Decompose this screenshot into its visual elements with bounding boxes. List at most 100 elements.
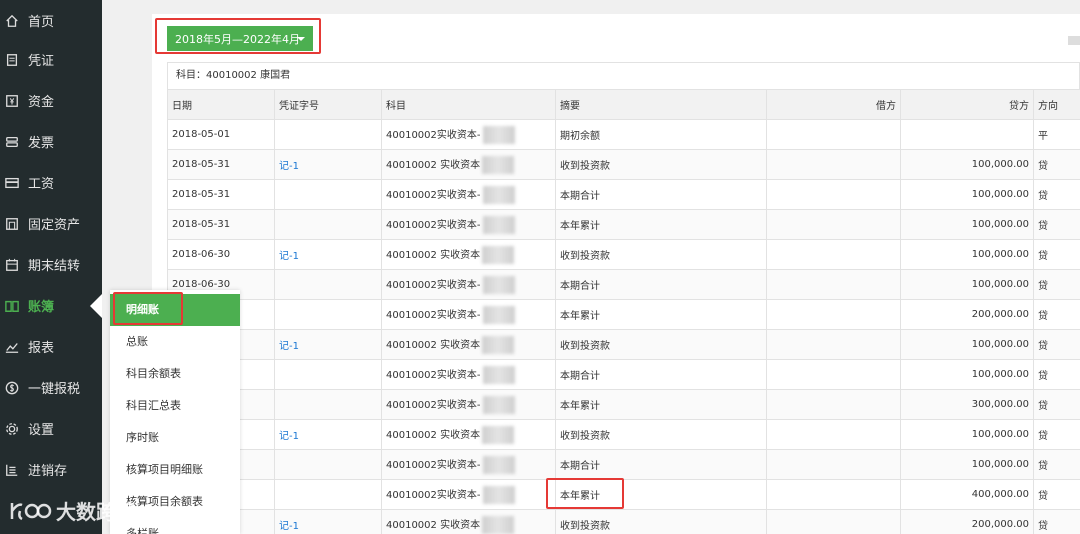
inventory-icon: [4, 462, 20, 478]
nav-pointer: [90, 294, 102, 318]
cell-date: 2018-05-01: [167, 119, 275, 150]
ledger-table: 日期 凭证字号 科目 摘要 借方 贷方 方向 2018-05-01 4001000…: [167, 89, 1080, 534]
sidebar-item-8[interactable]: 报表: [0, 326, 102, 367]
header-date: 日期: [167, 89, 275, 120]
table-row: 记-1 40010002 实收资本 收到投资款 100,000.00 贷: [167, 329, 1080, 360]
cell-date: 2018-05-31: [167, 179, 275, 210]
sidebar-item-7[interactable]: 账簿: [0, 285, 102, 326]
cell-voucher-link: [274, 359, 382, 390]
subject-text: 40010002实收资本-: [386, 459, 481, 471]
cell-summary: 收到投资款: [555, 329, 767, 360]
table-header-row: 日期 凭证字号 科目 摘要 借方 贷方 方向: [167, 89, 1080, 120]
sidebar-item-6[interactable]: 期末结转: [0, 244, 102, 285]
redacted-blur: [482, 455, 515, 474]
tax-icon: [4, 380, 20, 396]
sidebar: 首页凭证资金 发票 工资固定资产期末结转账簿报表 一键报税 设置进销存: [0, 0, 102, 534]
cell-direction: 贷: [1033, 509, 1080, 534]
chart-icon: [4, 339, 20, 355]
table-row: 40010002实收资本- 本期合计 100,000.00 贷: [167, 449, 1080, 480]
cell-voucher-link[interactable]: 记-1: [274, 419, 382, 450]
calendar-icon: [4, 257, 20, 273]
table-row: 记-1 40010002 实收资本 收到投资款 100,000.00 贷: [167, 419, 1080, 450]
sidebar-item-11[interactable]: 进销存: [0, 449, 102, 490]
cell-subject: 40010002 实收资本: [381, 149, 556, 180]
ledger-submenu: 明细账 总账 科目余额表 科目汇总表 序时账 核算项目明细账 核算项目余额表 多栏账: [110, 290, 240, 534]
redacted-blur: [482, 365, 515, 384]
cell-voucher-link[interactable]: 记-1: [274, 239, 382, 270]
cell-credit: 100,000.00: [900, 179, 1034, 210]
sidebar-item-label: 账簿: [28, 300, 55, 315]
submenu-item-5[interactable]: 核算项目明细账: [110, 454, 240, 486]
sidebar-item-3[interactable]: 发票: [0, 121, 102, 162]
sidebar-item-10[interactable]: 设置: [0, 408, 102, 449]
redacted-blur: [482, 305, 515, 324]
cell-summary: 本期合计: [555, 359, 767, 390]
cell-summary: 本期合计: [555, 179, 767, 210]
sidebar-item-label: 固定资产: [28, 218, 81, 233]
redacted-blur: [482, 395, 515, 414]
subject-text: 40010002实收资本-: [386, 369, 481, 381]
redacted-blur: [482, 275, 515, 294]
sidebar-item-label: 首页: [28, 15, 55, 30]
cell-voucher-link[interactable]: 记-1: [274, 149, 382, 180]
header-voucher: 凭证字号: [274, 89, 382, 120]
cell-voucher-link[interactable]: 记-1: [274, 509, 382, 534]
period-select-button[interactable]: 2018年5月—2022年4月: [167, 26, 313, 51]
sidebar-item-4[interactable]: 工资: [0, 162, 102, 203]
cell-voucher-link: [274, 209, 382, 240]
table-row: 记-1 40010002 实收资本 收到投资款 200,000.00 贷: [167, 509, 1080, 534]
cell-date: 2018-05-31: [167, 149, 275, 180]
cell-direction: 贷: [1033, 149, 1080, 180]
book-icon: [4, 298, 20, 314]
fixed-asset-icon: [4, 216, 20, 232]
toolbar-stub[interactable]: [1068, 36, 1080, 45]
cell-voucher-link: [274, 179, 382, 210]
cell-summary: 期初余额: [555, 119, 767, 150]
cell-summary: 收到投资款: [555, 149, 767, 180]
redacted-blur: [482, 215, 515, 234]
subject-text: 40010002实收资本-: [386, 189, 481, 201]
submenu-item-6[interactable]: 核算项目余额表: [110, 486, 240, 518]
cell-voucher-link: [274, 119, 382, 150]
cell-summary: 收到投资款: [555, 419, 767, 450]
submenu-item-7[interactable]: 多栏账: [110, 518, 240, 534]
cell-date: 2018-06-30: [167, 239, 275, 270]
cell-voucher-link[interactable]: 记-1: [274, 329, 382, 360]
submenu-item-3[interactable]: 科目汇总表: [110, 390, 240, 422]
cell-debit: [766, 149, 901, 180]
redacted-blur: [482, 155, 515, 174]
cell-subject: 40010002实收资本-: [381, 359, 556, 390]
submenu-item-2[interactable]: 科目余额表: [110, 358, 240, 390]
cell-debit: [766, 479, 901, 510]
table-row: 2018-05-31 40010002实收资本- 本期合计 100,000.00 贷: [167, 179, 1080, 210]
subject-text: 40010002 实收资本: [386, 519, 481, 531]
subject-text: 40010002 实收资本: [386, 159, 481, 171]
sidebar-item-0[interactable]: 首页: [0, 0, 102, 41]
submenu-item-4[interactable]: 序时账: [110, 422, 240, 454]
header-subject: 科目: [381, 89, 556, 120]
sidebar-item-9[interactable]: 一键报税: [0, 367, 102, 408]
cell-direction: 贷: [1033, 329, 1080, 360]
redacted-blur: [482, 485, 515, 504]
cell-subject: 40010002实收资本-: [381, 119, 556, 150]
cell-voucher-link: [274, 389, 382, 420]
submenu-item-0[interactable]: 明细账: [110, 294, 240, 326]
cell-debit: [766, 239, 901, 270]
sidebar-item-label: 凭证: [28, 54, 55, 69]
caret-down-icon: [297, 37, 305, 41]
submenu-item-1[interactable]: 总账: [110, 326, 240, 358]
subject-text: 40010002实收资本-: [386, 489, 481, 501]
table-row: 2018-06-30 记-1 40010002 实收资本 收到投资款 100,000.0…: [167, 239, 1080, 270]
cell-direction: 贷: [1033, 299, 1080, 330]
sidebar-item-1[interactable]: 凭证: [0, 39, 102, 80]
subject-text: 40010002实收资本-: [386, 309, 481, 321]
subject-text: 40010002 实收资本: [386, 429, 481, 441]
subject-text: 40010002 实收资本: [386, 339, 481, 351]
redacted-blur: [482, 425, 515, 444]
subject-text: 40010002实收资本-: [386, 129, 481, 141]
sidebar-item-label: 进销存: [28, 464, 68, 479]
sidebar-item-2[interactable]: 资金: [0, 80, 102, 121]
cell-summary: 本年累计: [555, 299, 767, 330]
cell-direction: 贷: [1033, 449, 1080, 480]
sidebar-item-5[interactable]: 固定资产: [0, 203, 102, 244]
